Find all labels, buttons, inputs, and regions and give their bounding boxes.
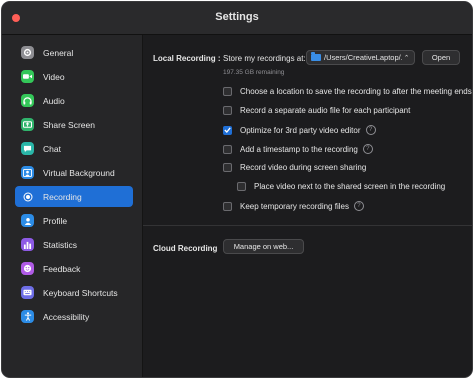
recording-settings-panel: Local Recording : Store my recordings at… (143, 35, 472, 377)
option-separate-audio[interactable]: Record a separate audio file for each pa… (223, 106, 410, 115)
optimize-editor-checkbox[interactable] (223, 125, 232, 135)
option-label: Add a timestamp to the recording (240, 144, 358, 154)
settings-sidebar: General Video Audio Share Screen Chat Vi… (2, 35, 143, 377)
option-keep-temp-files[interactable]: Keep temporary recording files ? (223, 201, 364, 211)
keyboard-icon (21, 286, 34, 299)
option-label: Optimize for 3rd party video editor (240, 125, 361, 135)
sidebar-item-profile[interactable]: Profile (15, 210, 133, 231)
headphones-icon (21, 94, 34, 107)
option-label: Choose a location to save the recording … (240, 87, 472, 96)
chevron-updown-icon: ⌃ (403, 54, 410, 62)
section-divider (143, 225, 472, 226)
sidebar-item-share-screen[interactable]: Share Screen (15, 114, 133, 135)
sidebar-item-virtual-background[interactable]: Virtual Background (15, 162, 133, 183)
feedback-icon (21, 262, 34, 275)
timestamp-checkbox[interactable] (223, 144, 232, 154)
sidebar-item-keyboard-shortcuts[interactable]: Keyboard Shortcuts (15, 282, 133, 303)
sidebar-item-label: Statistics (43, 239, 78, 250)
option-label: Keep temporary recording files (240, 201, 349, 211)
profile-icon (21, 214, 34, 227)
share-screen-icon (21, 118, 34, 131)
open-folder-button[interactable]: Open (422, 50, 460, 65)
statistics-icon (21, 238, 34, 251)
choose-location-checkbox[interactable] (223, 87, 232, 96)
sidebar-item-label: Chat (43, 143, 61, 154)
disk-space-remaining: 197.35 GB remaining (223, 69, 285, 76)
keep-temp-files-checkbox[interactable] (223, 201, 232, 211)
sidebar-item-label: Share Screen (43, 119, 95, 130)
record-icon (21, 190, 34, 203)
option-record-screen-sharing[interactable]: Record video during screen sharing (223, 163, 366, 172)
folder-icon (311, 52, 321, 61)
manage-on-web-button[interactable]: Manage on web... (223, 239, 304, 254)
sidebar-item-feedback[interactable]: Feedback (15, 258, 133, 279)
sidebar-item-accessibility[interactable]: Accessibility (15, 306, 133, 327)
sidebar-item-label: Virtual Background (43, 167, 115, 178)
sidebar-item-video[interactable]: Video (15, 66, 133, 87)
help-icon[interactable]: ? (362, 144, 373, 154)
chat-icon (21, 142, 34, 155)
record-screen-sharing-checkbox[interactable] (223, 163, 232, 172)
help-icon[interactable]: ? (353, 201, 364, 211)
sidebar-item-label: Feedback (43, 263, 81, 274)
recording-location-select[interactable]: /Users/CreativeLaptop/... ⌃ (306, 50, 415, 65)
window-title: Settings (215, 11, 259, 23)
option-choose-location[interactable]: Choose a location to save the recording … (223, 87, 472, 96)
sidebar-item-chat[interactable]: Chat (15, 138, 133, 159)
option-label: Record video during screen sharing (240, 163, 367, 172)
sidebar-item-statistics[interactable]: Statistics (15, 234, 133, 255)
sidebar-item-label: Accessibility (43, 311, 90, 322)
cloud-recording-label: Cloud Recording (153, 244, 218, 253)
place-video-checkbox[interactable] (237, 182, 246, 191)
recording-path-value: /Users/CreativeLaptop/... (324, 53, 402, 62)
accessibility-icon (21, 310, 34, 323)
local-recording-label: Local Recording : (153, 54, 221, 63)
sidebar-item-label: Profile (43, 215, 68, 226)
sidebar-item-label: Audio (43, 95, 65, 106)
option-optimize-3rd-party[interactable]: Optimize for 3rd party video editor ? (223, 125, 376, 135)
option-add-timestamp[interactable]: Add a timestamp to the recording ? (223, 144, 373, 154)
checkmark-icon (224, 127, 231, 133)
sidebar-item-general[interactable]: General (15, 42, 133, 63)
sidebar-item-audio[interactable]: Audio (15, 90, 133, 111)
video-icon (21, 70, 34, 83)
sidebar-item-label: Recording (43, 191, 82, 202)
help-icon[interactable]: ? (365, 125, 376, 135)
option-place-video-next[interactable]: Place video next to the shared screen in… (237, 182, 445, 191)
separate-audio-checkbox[interactable] (223, 106, 232, 115)
person-background-icon (21, 166, 34, 179)
settings-window: Settings General Video Audio Share Scree… (2, 2, 472, 377)
sidebar-item-recording[interactable]: Recording (15, 186, 133, 207)
title-bar: Settings (2, 2, 472, 35)
gear-icon (21, 46, 34, 59)
sidebar-item-label: Video (43, 71, 65, 82)
store-location-label: Store my recordings at: (223, 54, 306, 63)
sidebar-item-label: General (43, 47, 74, 58)
option-label: Place video next to the shared screen in… (254, 182, 446, 191)
sidebar-item-label: Keyboard Shortcuts (43, 287, 118, 298)
option-label: Record a separate audio file for each pa… (240, 106, 411, 115)
